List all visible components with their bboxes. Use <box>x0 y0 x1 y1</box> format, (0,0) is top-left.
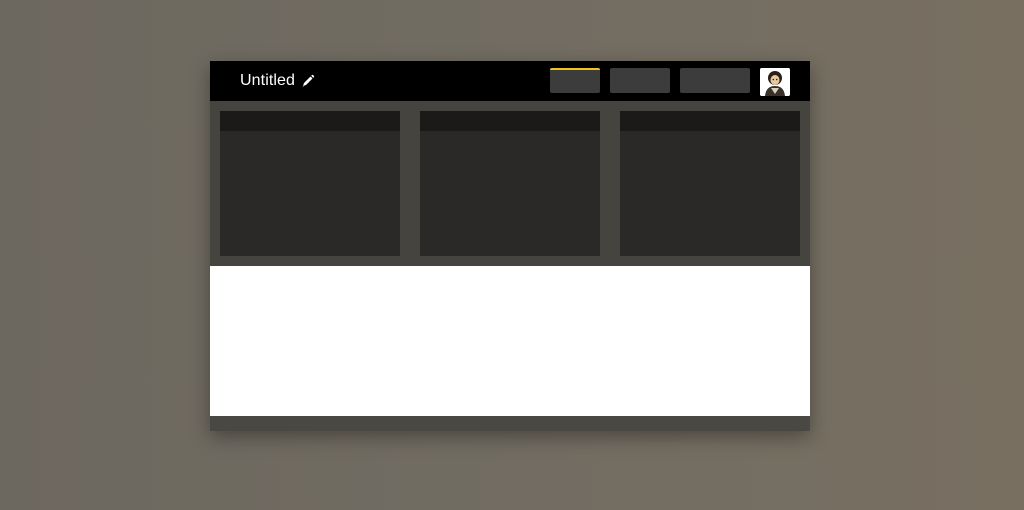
panel-1[interactable] <box>220 111 400 256</box>
document-title[interactable]: Untitled <box>240 72 295 90</box>
panel-2[interactable] <box>420 111 600 256</box>
canvas-area[interactable] <box>210 266 810 416</box>
document-title-editor[interactable]: Untitled <box>240 61 315 101</box>
top-bar: Untitled <box>210 61 810 101</box>
footer-bar <box>210 416 810 431</box>
tab-3[interactable] <box>680 68 750 93</box>
pencil-icon[interactable] <box>301 74 315 88</box>
app-window: Untitled <box>210 61 810 431</box>
panel-2-header <box>420 111 600 131</box>
panel-3[interactable] <box>620 111 800 256</box>
tab-2[interactable] <box>610 68 670 93</box>
panel-3-header <box>620 111 800 131</box>
panel-1-header <box>220 111 400 131</box>
tab-1[interactable] <box>550 68 600 93</box>
avatar-icon[interactable] <box>760 68 790 96</box>
panel-row <box>210 101 810 266</box>
